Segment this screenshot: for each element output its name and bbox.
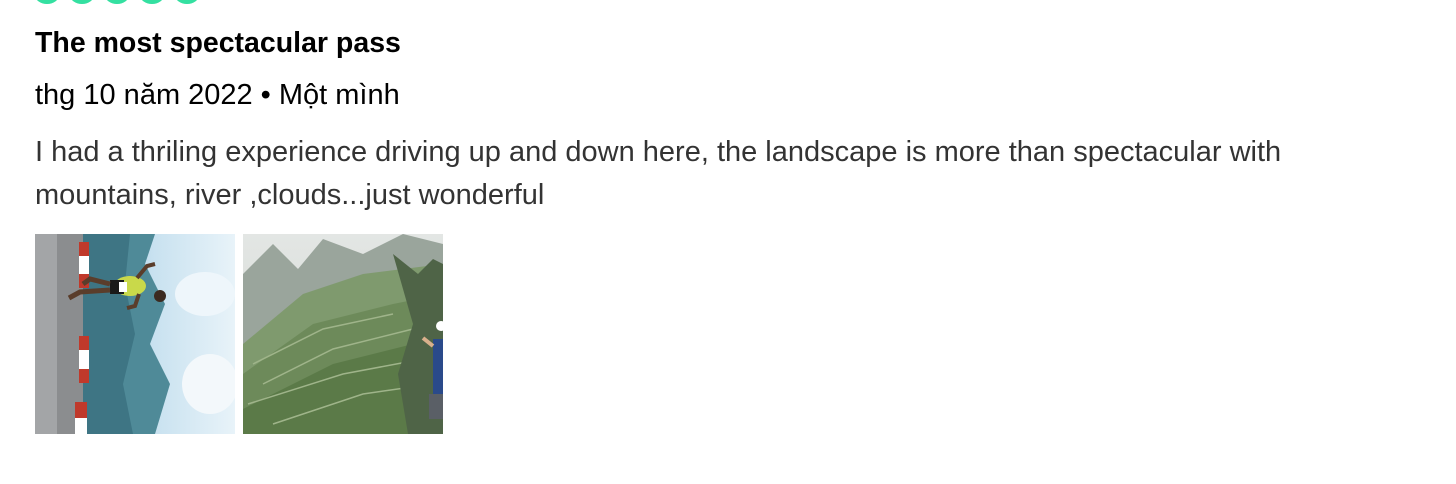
photo-runner-on-pass[interactable]: [35, 234, 235, 434]
rating-bubble-icon: [70, 0, 94, 4]
rating-bubble-icon: [140, 0, 164, 4]
rating-bubble-icon: [35, 0, 59, 4]
meta-separator: •: [260, 79, 271, 111]
review-date: thg 10 năm 2022: [35, 79, 253, 111]
rating-bubble-icon: [105, 0, 129, 4]
trip-type: Một mình: [278, 79, 400, 111]
photo-valley-terraces[interactable]: [243, 234, 443, 434]
rating-bubble-icon: [175, 0, 199, 4]
rating-bubbles: [35, 0, 199, 4]
review-body: I had a thriling experience driving up a…: [35, 136, 1282, 211]
review-meta: thg 10 năm 2022 • Một mình: [35, 77, 400, 113]
review-title[interactable]: The most spectacular pass: [35, 25, 401, 61]
review-photos: [35, 234, 443, 434]
